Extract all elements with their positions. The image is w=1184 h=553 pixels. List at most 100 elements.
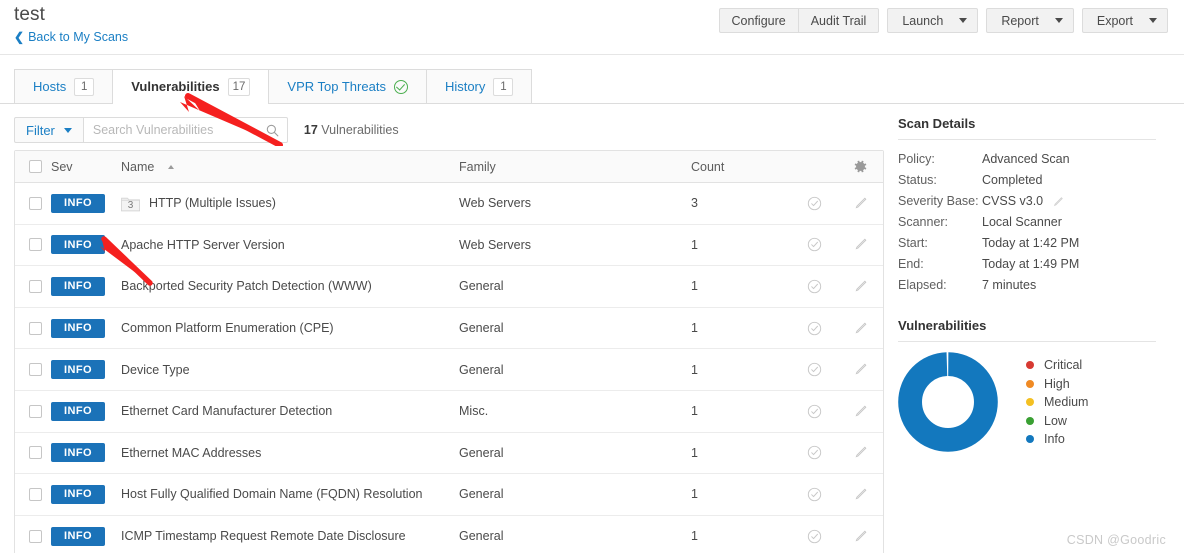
vulnerability-name-link[interactable]: Apache HTTP Server Version [121, 238, 285, 252]
table-row[interactable]: INFO Host Fully Qualified Domain Name (F… [15, 474, 883, 516]
pencil-icon[interactable] [853, 362, 868, 377]
legend-item[interactable]: High [1026, 374, 1088, 393]
export-button[interactable]: Export [1081, 8, 1168, 33]
circle-check-icon[interactable] [807, 196, 822, 211]
status-badge[interactable]: INFO [51, 276, 105, 296]
name-cell: Ethernet Card Manufacturer Detection [121, 404, 459, 418]
column-header-sev[interactable]: Sev [51, 160, 121, 174]
row-select-cell [15, 446, 51, 460]
circle-check-icon[interactable] [807, 487, 822, 502]
legend-color-dot [1026, 398, 1034, 406]
report-button[interactable]: Report [986, 8, 1074, 33]
vulnerability-name-link[interactable]: Common Platform Enumeration (CPE) [121, 321, 334, 335]
table-row[interactable]: INFO ICMP Timestamp Request Remote Date … [15, 516, 883, 553]
row-checkbox[interactable] [29, 238, 42, 252]
configure-button[interactable]: Configure [718, 8, 799, 33]
status-badge[interactable]: INFO [51, 235, 105, 255]
tab-hosts[interactable]: Hosts 1 [14, 69, 114, 103]
tab-history[interactable]: History 1 [425, 69, 533, 103]
vulnerability-name-link[interactable]: Ethernet MAC Addresses [121, 446, 261, 460]
circle-check-icon[interactable] [807, 362, 822, 377]
table-row[interactable]: INFO 3 HTTP (Multiple Issues) Web Server… [15, 183, 883, 225]
circle-check-icon[interactable] [807, 529, 822, 544]
legend-item[interactable]: Medium [1026, 393, 1088, 412]
column-header-name[interactable]: Name [121, 160, 459, 174]
scan-detail-label: Start: [898, 236, 928, 250]
row-checkbox[interactable] [29, 446, 42, 460]
pencil-icon[interactable] [853, 279, 868, 294]
family-cell: General [459, 362, 504, 377]
row-select-cell [15, 529, 51, 543]
status-badge[interactable]: INFO [51, 443, 105, 463]
pencil-icon[interactable] [853, 404, 868, 419]
search-input[interactable] [83, 118, 287, 142]
vulnerability-name-link[interactable]: Ethernet Card Manufacturer Detection [121, 404, 332, 418]
vulnerability-name-link[interactable]: HTTP (Multiple Issues) [149, 196, 276, 210]
vulnerability-name-link[interactable]: Backported Security Patch Detection (WWW… [121, 279, 372, 293]
row-checkbox[interactable] [29, 404, 42, 418]
circle-check-icon[interactable] [807, 279, 822, 294]
legend-color-dot [1026, 379, 1034, 388]
circle-check-icon[interactable] [807, 237, 822, 252]
severity-cell: INFO [51, 318, 121, 338]
column-header-family[interactable]: Family [459, 160, 691, 174]
filter-button[interactable]: Filter [14, 117, 84, 143]
scan-detail-label: Scanner: [898, 215, 949, 229]
severity-cell: INFO [51, 193, 121, 213]
pencil-icon[interactable] [853, 196, 868, 211]
pencil-icon[interactable] [853, 529, 868, 544]
legend-item[interactable]: Critical [1026, 356, 1088, 375]
status-badge[interactable]: INFO [51, 484, 105, 504]
vulnerability-name-link[interactable]: ICMP Timestamp Request Remote Date Discl… [121, 529, 406, 543]
select-all-checkbox[interactable] [29, 160, 42, 173]
pencil-icon[interactable] [853, 445, 868, 460]
table-row[interactable]: INFO Device Type General 1 [15, 349, 883, 391]
pencil-icon[interactable] [853, 487, 868, 502]
row-action-cell [791, 237, 837, 252]
donut-chart-svg[interactable] [898, 352, 998, 452]
scan-detail-value-wrap: Today at 1:42 PM [982, 233, 1079, 254]
legend-item[interactable]: Info [1026, 430, 1088, 449]
status-badge[interactable]: INFO [51, 401, 105, 421]
circle-check-icon[interactable] [807, 445, 822, 460]
circle-check-icon[interactable] [807, 321, 822, 336]
row-checkbox[interactable] [29, 529, 42, 543]
table-row[interactable]: INFO Ethernet MAC Addresses General 1 [15, 433, 883, 475]
row-action-cell [791, 445, 837, 460]
watermark: CSDN @Goodric [1066, 533, 1166, 547]
status-badge[interactable]: INFO [51, 526, 105, 546]
status-badge[interactable]: INFO [51, 318, 105, 338]
name-cell: Host Fully Qualified Domain Name (FQDN) … [121, 487, 459, 501]
group-folder-icon: 3 [121, 195, 140, 212]
tab-vpr-top-threats[interactable]: VPR Top Threats [268, 69, 427, 103]
severity-cell: INFO [51, 360, 121, 380]
gear-icon[interactable] [853, 159, 868, 174]
table-row[interactable]: INFO Apache HTTP Server Version Web Serv… [15, 225, 883, 267]
launch-button[interactable]: Launch [887, 8, 979, 33]
table-row[interactable]: INFO Ethernet Card Manufacturer Detectio… [15, 391, 883, 433]
table-row[interactable]: INFO Common Platform Enumeration (CPE) G… [15, 308, 883, 350]
legend-item[interactable]: Low [1026, 411, 1088, 430]
status-badge[interactable]: INFO [51, 193, 105, 213]
row-checkbox[interactable] [29, 363, 42, 377]
scan-detail-value: 7 minutes [982, 278, 1037, 292]
tab-vulnerabilities[interactable]: Vulnerabilities 17 [112, 69, 270, 104]
back-to-my-scans-link[interactable]: ❮ Back to My Scans [14, 30, 128, 44]
pencil-icon[interactable] [853, 321, 868, 336]
row-checkbox[interactable] [29, 196, 42, 210]
column-header-count[interactable]: Count [691, 160, 791, 174]
row-checkbox[interactable] [29, 321, 42, 335]
vulnerability-name-link[interactable]: Device Type [121, 363, 190, 377]
report-label: Report [1001, 13, 1039, 28]
donut-segment-info [898, 352, 998, 452]
pencil-icon[interactable] [853, 237, 868, 252]
circle-check-icon[interactable] [807, 404, 822, 419]
row-checkbox[interactable] [29, 487, 42, 501]
pencil-icon[interactable] [1052, 196, 1064, 208]
vulnerability-name-link[interactable]: Host Fully Qualified Domain Name (FQDN) … [121, 487, 422, 501]
row-checkbox[interactable] [29, 279, 42, 293]
scan-detail-value-wrap: Completed [982, 170, 1042, 191]
status-badge[interactable]: INFO [51, 360, 105, 380]
audit-trail-button[interactable]: Audit Trail [798, 8, 880, 33]
table-row[interactable]: INFO Backported Security Patch Detection… [15, 266, 883, 308]
